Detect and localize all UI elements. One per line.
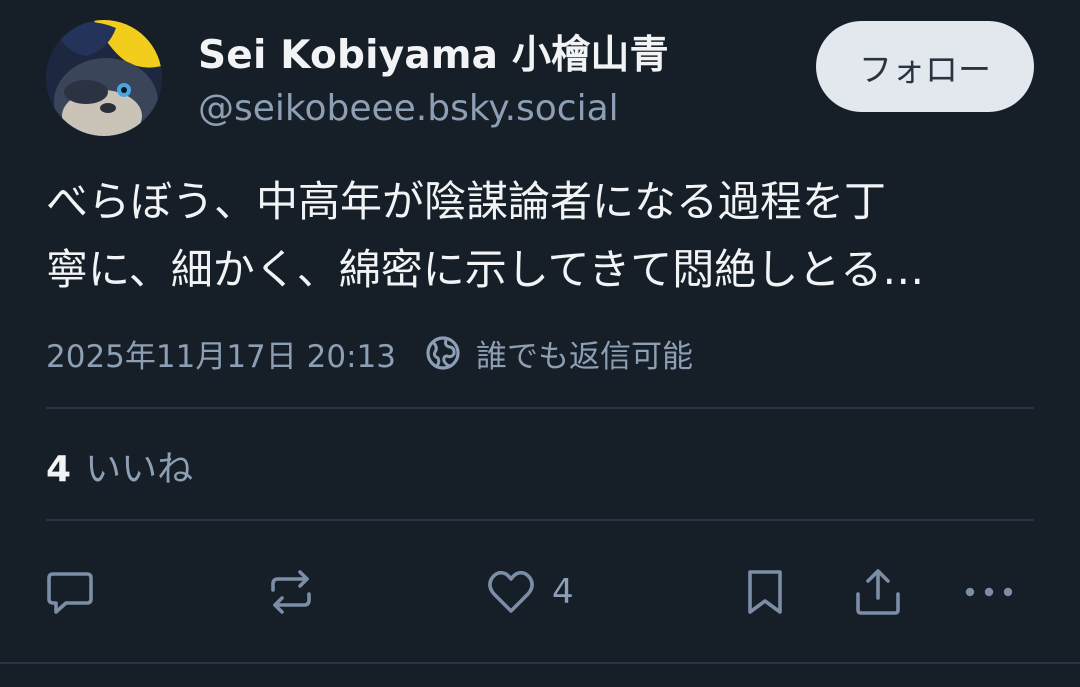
- bookmark-icon: [748, 570, 782, 614]
- follow-button[interactable]: フォロー: [816, 21, 1034, 112]
- share-button[interactable]: [852, 564, 904, 620]
- bookmark-button[interactable]: [740, 564, 790, 620]
- reply-button[interactable]: [44, 564, 96, 620]
- divider: [46, 407, 1034, 409]
- post-meta: 2025年11月17日 20:13 誰でも返信可能: [46, 330, 693, 376]
- post-timestamp[interactable]: 2025年11月17日 20:13: [46, 331, 396, 376]
- avatar[interactable]: [46, 20, 162, 136]
- likes-summary[interactable]: 4 いいね: [46, 440, 193, 492]
- post-text-line: 寧に、細かく、綿密に示してきて悶絶しとる…: [46, 245, 925, 294]
- likes-label: いいね: [85, 449, 194, 490]
- cat-avatar-icon: [46, 20, 162, 136]
- post-text-line: べらぼう、中高年が陰謀論者になる過程を丁: [46, 177, 887, 226]
- more-icon: [965, 587, 1013, 597]
- post-thread-item: Sei Kobiyama 小檜山青 @seikobeee.bsky.social…: [0, 0, 1080, 687]
- repost-button[interactable]: [265, 564, 317, 620]
- like-button[interactable]: 4: [484, 564, 574, 620]
- reply-icon: [47, 572, 93, 614]
- like-count: 4: [552, 572, 574, 612]
- divider: [0, 662, 1080, 664]
- heart-icon: [488, 570, 534, 613]
- share-icon: [856, 569, 900, 615]
- author-display-name[interactable]: Sei Kobiyama 小檜山青: [198, 24, 669, 80]
- post-text: べらぼう、中高年が陰謀論者になる過程を丁 寧に、細かく、綿密に示してきて悶絶しと…: [46, 168, 1046, 304]
- author-handle[interactable]: @seikobeee.bsky.social: [198, 88, 619, 129]
- repost-icon: [271, 570, 311, 614]
- likes-count: 4: [46, 449, 72, 490]
- reply-setting-label: 誰でも返信可能: [475, 338, 693, 375]
- more-options-button[interactable]: [960, 564, 1020, 620]
- globe-icon: [424, 334, 462, 372]
- divider: [46, 519, 1034, 521]
